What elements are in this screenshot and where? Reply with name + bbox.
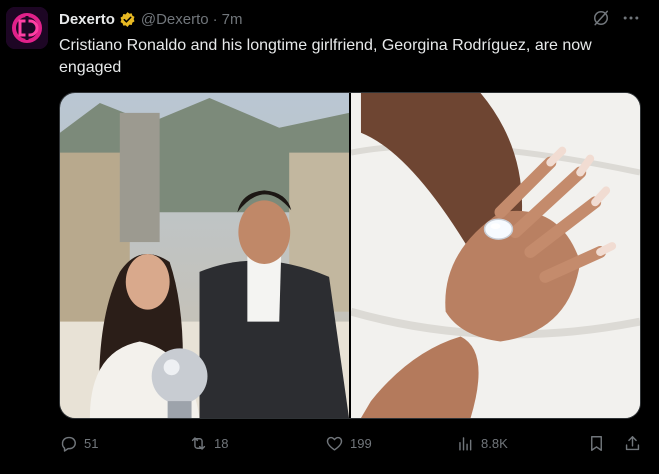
like-count: 199 bbox=[350, 435, 372, 451]
bookmark-button[interactable] bbox=[587, 432, 606, 454]
repost-button[interactable]: 18 bbox=[189, 432, 228, 454]
share-button[interactable] bbox=[623, 432, 642, 454]
tweet-media[interactable] bbox=[59, 92, 641, 419]
like-button[interactable]: 199 bbox=[325, 432, 372, 454]
reply-icon bbox=[61, 436, 76, 452]
avatar[interactable] bbox=[6, 7, 48, 49]
views-count: 8.8K bbox=[481, 435, 508, 451]
more-icon[interactable] bbox=[621, 8, 641, 28]
author-handle[interactable]: @Dexerto bbox=[141, 11, 209, 28]
author-name[interactable]: Dexerto bbox=[59, 11, 115, 28]
repost-icon bbox=[191, 436, 206, 450]
grok-icon[interactable] bbox=[591, 8, 611, 28]
tweet-text: Cristiano Ronaldo and his longtime girlf… bbox=[59, 37, 592, 76]
bookmark-icon bbox=[591, 435, 602, 451]
separator-dot: · bbox=[212, 10, 218, 28]
dexerto-logo-icon bbox=[6, 7, 48, 49]
tweet[interactable]: Dexerto @Dexerto · 7m Cristiano Ronaldo … bbox=[0, 0, 659, 474]
heart-icon bbox=[326, 436, 343, 451]
couple-photo-image bbox=[60, 93, 349, 418]
repost-count: 18 bbox=[214, 435, 229, 451]
reply-count: 51 bbox=[84, 435, 99, 451]
views-button[interactable]: 8.8K bbox=[456, 432, 508, 454]
verified-badge-icon[interactable] bbox=[119, 11, 136, 28]
timestamp[interactable]: 7m bbox=[222, 11, 243, 28]
tweet-header: Dexerto @Dexerto · 7m bbox=[59, 9, 242, 29]
action-bar: 51 18 199 8.8K bbox=[59, 432, 642, 454]
ring-photo-image bbox=[351, 93, 640, 418]
share-icon bbox=[625, 435, 640, 450]
photo-couple[interactable] bbox=[60, 93, 349, 418]
photo-ring[interactable] bbox=[351, 93, 640, 418]
views-chart-icon bbox=[459, 436, 472, 451]
reply-button[interactable]: 51 bbox=[59, 432, 98, 454]
